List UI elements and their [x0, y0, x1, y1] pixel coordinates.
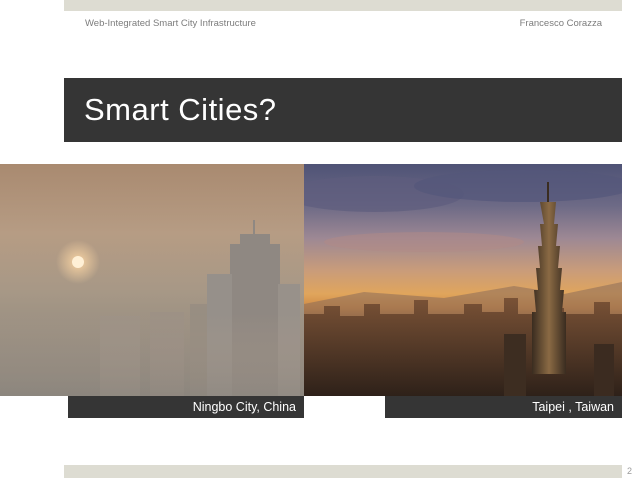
- taipei-101-tower: [532, 182, 566, 374]
- caption-ningbo: Ningbo City, China: [68, 396, 304, 418]
- header-author: Francesco Corazza: [519, 18, 602, 29]
- sun: [72, 256, 84, 268]
- caption-taipei: Taipei , Taiwan: [385, 396, 622, 418]
- title-band: Smart Cities?: [64, 78, 622, 142]
- top-accent-bar: [64, 0, 622, 11]
- sunset-taipei-skyline-illustration: [304, 170, 622, 396]
- header-presentation-title: Web-Integrated Smart City Infrastructure: [85, 18, 256, 29]
- slide-title: Smart Cities?: [84, 92, 277, 127]
- hazy-city-skyline-illustration: [0, 220, 304, 396]
- ningbo-city-photo: [0, 164, 304, 396]
- page-number: 2: [626, 466, 632, 476]
- taipei-photo: [304, 164, 622, 396]
- slide: Web-Integrated Smart City Infrastructure…: [0, 0, 638, 478]
- bottom-accent-bar: [64, 465, 622, 478]
